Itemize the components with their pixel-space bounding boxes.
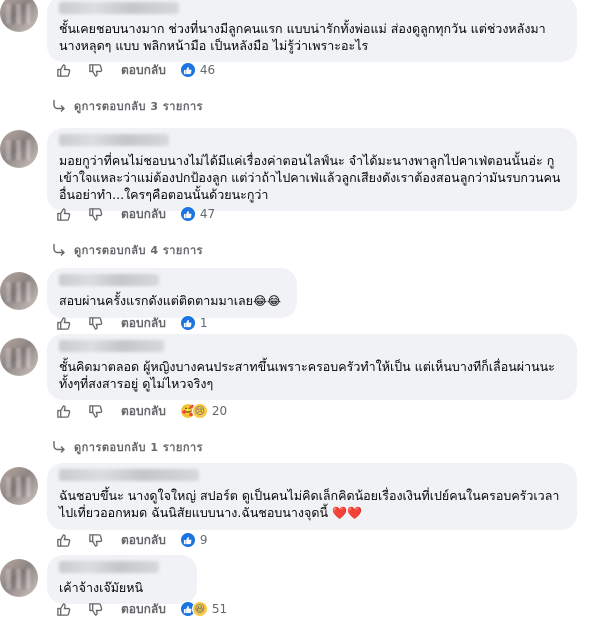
reply-button[interactable]: ตอบกลับ (121, 205, 166, 224)
reaction-count: 1 (199, 316, 208, 330)
comment-bubble: ชั้นเคยชอบนางมาก ช่วงที่นางมีลูกคนแรก แบ… (47, 0, 577, 62)
thumbs-down-icon[interactable] (87, 206, 103, 222)
comment-actions: ตอบกลับ 46 (55, 61, 215, 79)
avatar[interactable] (0, 559, 38, 597)
reply-arrow-icon (53, 244, 65, 256)
reaction-count: 46 (199, 63, 216, 77)
comment-bubble: เค้าจ้างเจ๊มัยหนิ (47, 555, 197, 604)
reaction-summary[interactable]: 🥰 😢 20 (179, 403, 228, 419)
see-replies-link[interactable]: ดูการตอบกลับ 3 รายการ (52, 97, 203, 115)
reaction-summary[interactable]: 😆 51 (179, 601, 228, 617)
comment-text-body: สอบผ่านครั้งแรกดังแต่ติดตามมาเลย (59, 293, 254, 308)
comment-bubble: ชั้นคิดมาตลอด ผู้หญิงบางคนประสาทขึ้นเพรา… (47, 334, 577, 400)
avatar[interactable] (0, 272, 38, 310)
commenter-name[interactable] (59, 274, 159, 286)
reply-button[interactable]: ตอบกลับ (121, 61, 166, 80)
comment-bubble: ฉันชอบขึ้นะ นางดูใจใหญ่ สปอร์ต ดูเป็นคนไ… (47, 463, 577, 530)
reaction-summary[interactable]: 1 (179, 315, 208, 331)
reaction-count: 47 (199, 207, 216, 221)
comment-text: เค้าจ้างเจ๊มัยหนิ (59, 580, 144, 595)
comment-actions: ตอบกลับ 9 (55, 531, 208, 549)
thumbs-up-icon[interactable] (55, 206, 71, 222)
comment-bubble: สอบผ่านครั้งแรกดังแต่ติดตามมาเลย😂😂 (47, 268, 297, 318)
comment-text: ชั้นเคยชอบนางมาก ช่วงที่นางมีลูกคนแรก แบ… (59, 21, 546, 53)
reaction-summary[interactable]: 47 (179, 206, 216, 222)
see-replies-link[interactable]: ดูการตอบกลับ 4 รายการ (52, 241, 203, 259)
comment-text: ฉันชอบขึ้นะ นางดูใจใหญ่ สปอร์ต ดูเป็นคนไ… (59, 487, 565, 522)
see-replies-link[interactable]: ดูการตอบกลับ 1 รายการ (52, 438, 203, 456)
comment-bubble: มอยกูว่าที่คนไม่ชอบนางไม่ได้มีแค่เรื่องค… (47, 128, 577, 211)
see-replies-label: ดูการตอบกลับ 3 รายการ (74, 100, 204, 113)
comment-text: ชั้นคิดมาตลอด ผู้หญิงบางคนประสาทขึ้นเพรา… (59, 359, 555, 391)
see-replies-label: ดูการตอบกลับ 1 รายการ (74, 441, 204, 454)
reaction-summary[interactable]: 9 (179, 532, 208, 548)
thumbs-down-icon[interactable] (87, 601, 103, 617)
like-reaction-icon (179, 62, 196, 78)
reply-arrow-icon (53, 441, 65, 453)
like-reaction-icon (179, 315, 196, 331)
laughing-emoji-icon: 😂 (267, 294, 282, 308)
commenter-name[interactable] (59, 469, 199, 481)
thumbs-up-icon[interactable] (55, 532, 71, 548)
reply-arrow-icon (53, 100, 65, 112)
thumbs-up-icon[interactable] (55, 62, 71, 78)
thumbs-down-icon[interactable] (87, 315, 103, 331)
heart-emoji-icon: ❤️ (346, 506, 362, 520)
thumbs-up-icon[interactable] (55, 403, 71, 419)
reaction-count: 9 (199, 533, 208, 547)
commenter-name[interactable] (59, 2, 179, 14)
reply-button[interactable]: ตอบกลับ (121, 600, 166, 619)
reaction-count: 20 (211, 404, 228, 418)
comment-actions: ตอบกลับ 🥰 😢 20 (55, 402, 227, 420)
thumbs-down-icon[interactable] (87, 62, 103, 78)
reaction-count: 51 (211, 602, 228, 616)
thumbs-down-icon[interactable] (87, 403, 103, 419)
see-replies-label: ดูการตอบกลับ 4 รายการ (74, 244, 204, 257)
reply-button[interactable]: ตอบกลับ (121, 402, 166, 421)
thumbs-down-icon[interactable] (87, 532, 103, 548)
avatar[interactable] (0, 338, 38, 376)
avatar[interactable] (0, 130, 38, 168)
thumbs-up-icon[interactable] (55, 601, 71, 617)
commenter-name[interactable] (59, 561, 159, 573)
comment-actions: ตอบกลับ 1 (55, 314, 208, 332)
like-reaction-icon (179, 206, 196, 222)
reaction-summary[interactable]: 46 (179, 62, 216, 78)
avatar[interactable] (0, 0, 38, 32)
commenter-name[interactable] (59, 134, 169, 146)
sad-reaction-icon: 😢 (191, 403, 208, 419)
comment-text: มอยกูว่าที่คนไม่ชอบนางไม่ได้มีแค่เรื่องค… (59, 153, 561, 202)
heart-emoji-icon: ❤️ (331, 506, 347, 520)
laughing-emoji-icon: 😂 (253, 294, 268, 308)
comment-text-body: ฉันชอบขึ้นะ นางดูใจใหญ่ สปอร์ต ดูเป็นคนไ… (59, 488, 560, 520)
comment-text: สอบผ่านครั้งแรกดังแต่ติดตามมาเลย😂😂 (59, 292, 285, 310)
reply-button[interactable]: ตอบกลับ (121, 531, 166, 550)
haha-reaction-icon: 😆 (191, 601, 208, 617)
avatar[interactable] (0, 467, 38, 505)
reply-button[interactable]: ตอบกลับ (121, 314, 166, 333)
commenter-name[interactable] (59, 340, 164, 352)
comment-actions: ตอบกลับ 47 (55, 205, 215, 223)
like-reaction-icon (179, 532, 196, 548)
comment-actions: ตอบกลับ 😆 51 (55, 600, 227, 618)
thumbs-up-icon[interactable] (55, 315, 71, 331)
